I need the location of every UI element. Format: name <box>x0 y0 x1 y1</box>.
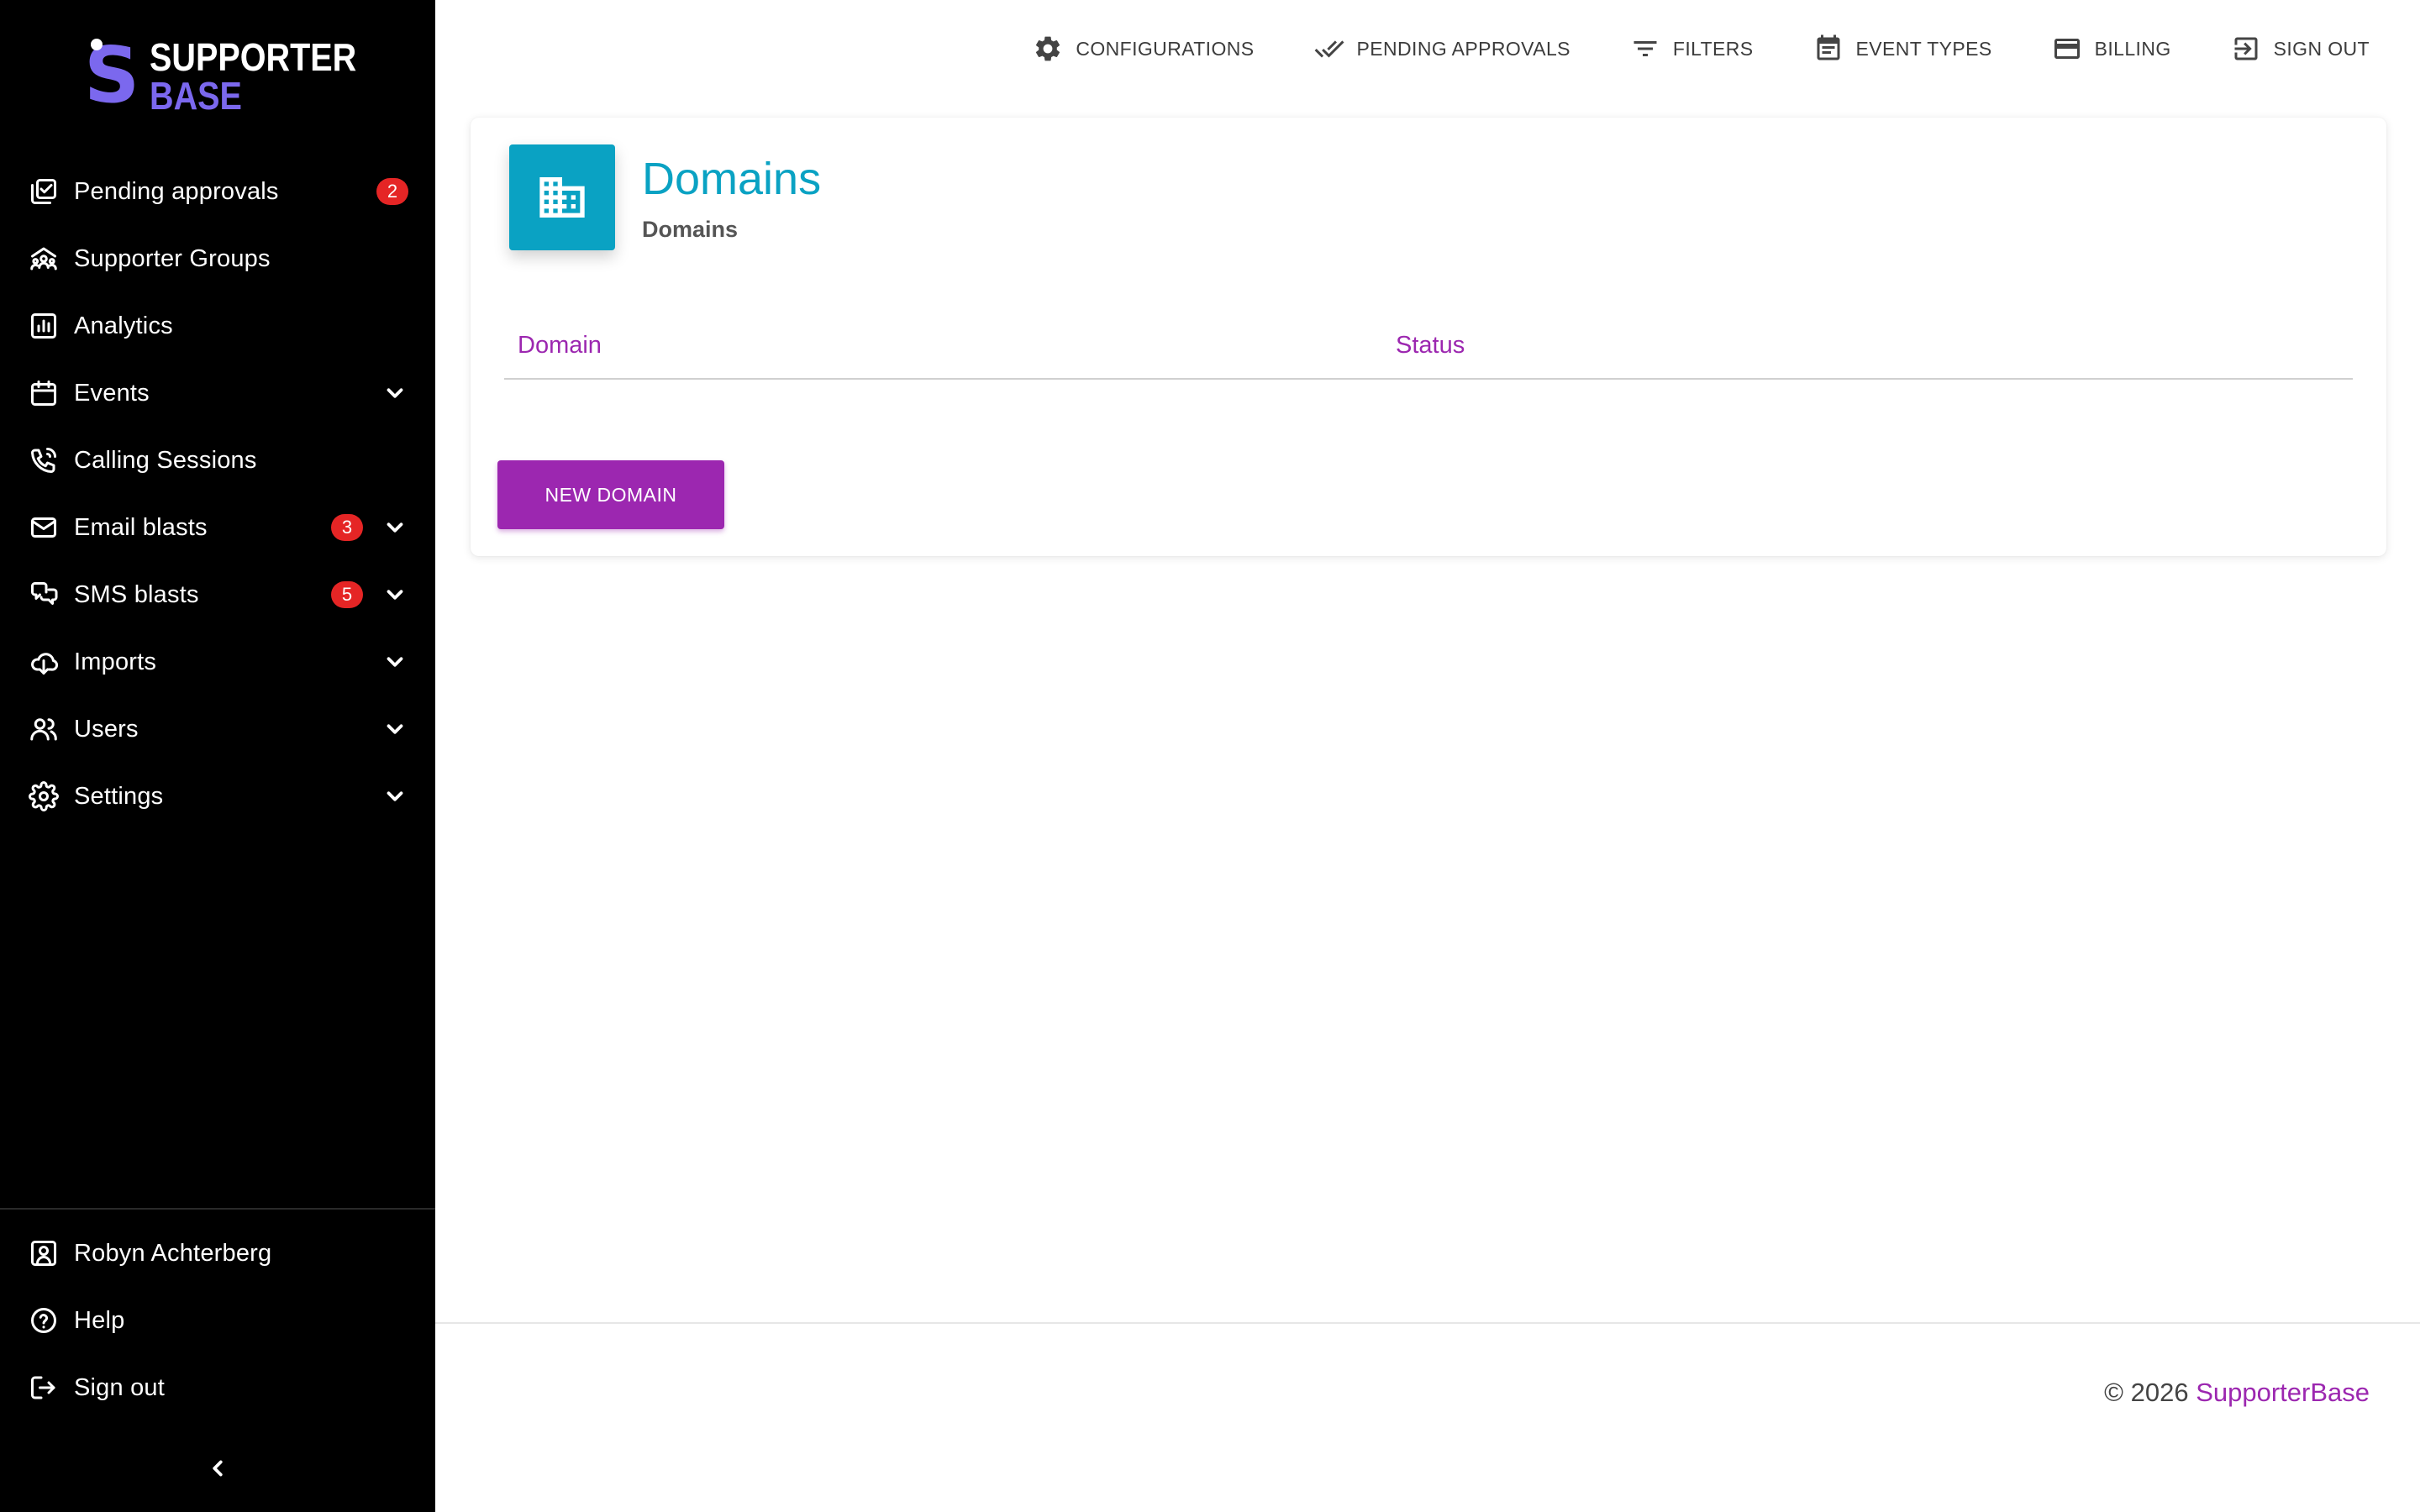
domains-table: Domain Status <box>504 312 2353 380</box>
sidebar-item-label: SMS blasts <box>74 580 199 608</box>
user-name: Robyn Achterberg <box>74 1239 272 1267</box>
topnav-label: PENDING APPROVALS <box>1356 37 1570 60</box>
sidebar-item-events[interactable]: Events <box>0 360 435 427</box>
users-icon <box>27 712 60 746</box>
chevron-left-icon[interactable] <box>201 1452 234 1485</box>
topnav-configurations[interactable]: CONFIGURATIONS <box>1032 30 1254 67</box>
credit-card-icon <box>2051 33 2083 65</box>
topnav-label: SIGN OUT <box>2273 37 2370 60</box>
sidebar-item-label: Email blasts <box>74 513 208 541</box>
sidebar-item-label: Users <box>74 715 139 743</box>
page-title: Domains <box>642 154 822 204</box>
top-bar: CONFIGURATIONS PENDING APPROVALS FILTERS… <box>435 0 2420 99</box>
sidebar-item-users[interactable]: Users <box>0 696 435 763</box>
sidebar-item-profile[interactable]: Robyn Achterberg <box>0 1220 435 1287</box>
topnav-label: FILTERS <box>1672 37 1754 60</box>
chevron-down-icon[interactable] <box>381 716 408 743</box>
sidebar-item-label: Calling Sessions <box>74 446 257 474</box>
sidebar-item-label: Imports <box>74 648 157 675</box>
chevron-down-icon[interactable] <box>381 514 408 541</box>
exit-icon <box>2230 33 2262 65</box>
page-subtitle: Domains <box>642 217 739 242</box>
logo-word-base: BASE <box>150 74 242 118</box>
chevron-down-icon[interactable] <box>381 581 408 608</box>
topnav-billing[interactable]: BILLING <box>2051 30 2171 67</box>
phone-icon <box>27 444 60 477</box>
sidebar-item-sms-blasts[interactable]: SMS blasts 5 <box>0 561 435 628</box>
sidebar-item-label: Settings <box>74 782 164 810</box>
sidebar-item-sign-out[interactable]: Sign out <box>0 1354 435 1421</box>
sidebar-item-label: Sign out <box>74 1373 166 1401</box>
topnav-filters[interactable]: FILTERS <box>1629 30 1754 67</box>
double-check-icon <box>1313 33 1345 65</box>
count-badge: 5 <box>331 581 363 608</box>
column-header-status[interactable]: Status <box>1382 332 2353 360</box>
footer: © 2026 SupporterBase <box>2104 1378 2370 1408</box>
filter-icon <box>1629 33 1661 65</box>
mail-icon <box>27 511 60 544</box>
gear-icon <box>27 780 60 813</box>
footer-brand-link[interactable]: SupporterBase <box>2196 1378 2370 1407</box>
brand-logo[interactable]: S SUPPORTER BASE <box>84 34 357 118</box>
building-icon <box>509 144 615 250</box>
group-icon <box>27 242 60 276</box>
sidebar-item-label: Events <box>74 379 150 407</box>
check-squares-icon <box>27 175 60 208</box>
topnav-sign-out[interactable]: SIGN OUT <box>2230 30 2370 67</box>
bar-chart-icon <box>27 309 60 343</box>
chevron-down-icon[interactable] <box>381 380 408 407</box>
sidebar-item-calling-sessions[interactable]: Calling Sessions <box>0 427 435 494</box>
logo-word-supporter: SUPPORTER <box>150 35 357 79</box>
sidebar-item-supporter-groups[interactable]: Supporter Groups <box>0 225 435 292</box>
sidebar-item-analytics[interactable]: Analytics <box>0 292 435 360</box>
chevron-down-icon[interactable] <box>381 783 408 810</box>
event-note-icon <box>1812 33 1844 65</box>
topnav-event-types[interactable]: EVENT TYPES <box>1812 30 1992 67</box>
gear-icon <box>1032 33 1064 65</box>
sidebar-divider <box>0 1208 435 1210</box>
logo-dot <box>91 39 103 50</box>
sidebar: S SUPPORTER BASE Pending approvals 2 Sup… <box>0 0 435 1512</box>
column-header-domain[interactable]: Domain <box>504 332 1382 360</box>
sidebar-nav: Pending approvals 2 Supporter Groups Ana… <box>0 158 435 830</box>
copyright-text: © 2026 <box>2104 1378 2189 1407</box>
sidebar-item-help[interactable]: Help <box>0 1287 435 1354</box>
chat-icon <box>27 578 60 612</box>
topnav-label: EVENT TYPES <box>1855 37 1992 60</box>
sidebar-item-settings[interactable]: Settings <box>0 763 435 830</box>
sidebar-item-email-blasts[interactable]: Email blasts 3 <box>0 494 435 561</box>
footer-divider <box>435 1322 2420 1324</box>
help-circle-icon <box>27 1304 60 1337</box>
chevron-down-icon[interactable] <box>381 648 408 675</box>
logout-icon <box>27 1371 60 1404</box>
sidebar-item-label: Pending approvals <box>74 177 279 205</box>
topnav-pending-approvals[interactable]: PENDING APPROVALS <box>1313 30 1570 67</box>
calendar-icon <box>27 376 60 410</box>
sidebar-item-label: Help <box>74 1306 125 1334</box>
new-domain-button[interactable]: NEW DOMAIN <box>497 460 724 529</box>
count-badge: 2 <box>376 178 408 205</box>
sidebar-item-label: Supporter Groups <box>74 244 271 272</box>
table-header: Domain Status <box>504 312 2353 380</box>
user-card-icon <box>27 1236 60 1270</box>
topnav-label: CONFIGURATIONS <box>1076 37 1255 60</box>
count-badge: 3 <box>331 514 363 541</box>
sidebar-item-pending-approvals[interactable]: Pending approvals 2 <box>0 158 435 225</box>
domains-card: Domains Domains Domain Status NEW DOMAIN <box>471 118 2386 556</box>
topnav-label: BILLING <box>2094 37 2171 60</box>
sidebar-bottom-nav: Robyn Achterberg Help Sign out <box>0 1220 435 1421</box>
sidebar-item-imports[interactable]: Imports <box>0 628 435 696</box>
cloud-download-icon <box>27 645 60 679</box>
sidebar-item-label: Analytics <box>74 312 173 339</box>
top-nav: CONFIGURATIONS PENDING APPROVALS FILTERS… <box>1032 30 2370 67</box>
